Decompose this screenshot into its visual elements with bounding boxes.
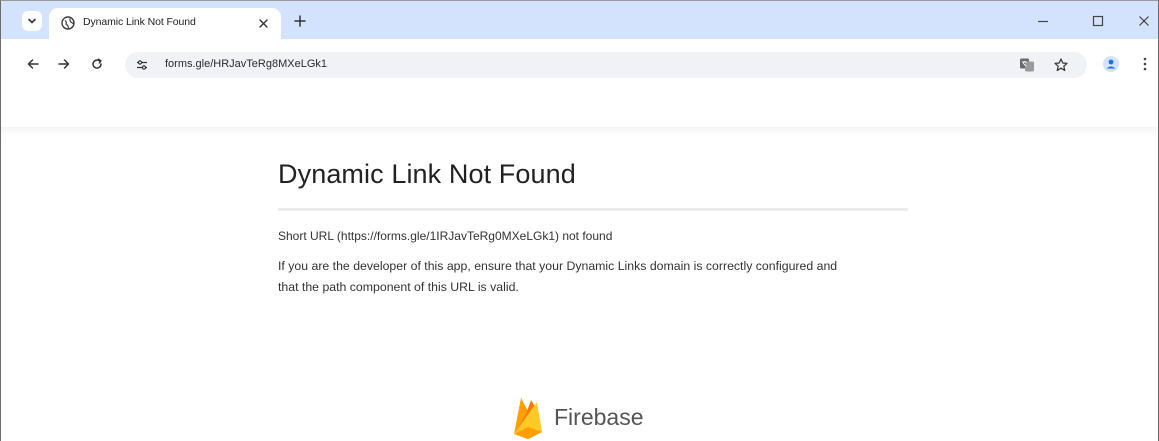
tab-strip: Dynamic Link Not Found [1, 1, 1158, 39]
tab-close-button[interactable] [255, 15, 271, 31]
minimize-icon [1038, 20, 1048, 23]
tab-active[interactable]: Dynamic Link Not Found [49, 8, 281, 39]
site-info-button[interactable] [135, 58, 149, 72]
page-title: Dynamic Link Not Found [278, 159, 576, 189]
tune-icon [137, 60, 147, 70]
maximize-button[interactable] [1089, 13, 1107, 29]
bookmark-button[interactable] [1053, 57, 1069, 73]
reload-icon [92, 58, 102, 69]
address-bar[interactable]: forms.gle/HRJavTeRg8MXeLGk1 [125, 52, 1087, 78]
page-top-shadow [1, 127, 1158, 137]
firebase-logo-icon [514, 398, 542, 439]
firebase-brand: Firebase [511, 394, 643, 440]
chevron-down-icon [28, 18, 36, 24]
back-button[interactable] [24, 55, 42, 73]
reload-button[interactable] [88, 55, 106, 73]
error-content: Dynamic Link Not Found Short URL (https:… [278, 156, 908, 298]
more-vertical-icon [1143, 57, 1147, 71]
developer-explanation: If you are the developer of this app, en… [278, 259, 838, 294]
person-icon [1103, 56, 1119, 72]
close-icon [258, 18, 268, 28]
firebase-wordmark: Firebase [554, 404, 644, 430]
minimize-button[interactable] [1034, 13, 1052, 29]
title-divider [278, 208, 908, 211]
tab-search-button[interactable] [22, 11, 42, 31]
arrow-left-icon [27, 59, 39, 69]
short-url-message: Short URL (https://forms.gle/1IRJavTeRg0… [278, 229, 613, 243]
tab-title: Dynamic Link Not Found [83, 16, 196, 28]
browser-toolbar: forms.gle/HRJavTeRg8MXeLGk1 [1, 39, 1158, 105]
browser-window: Dynamic Link Not Found forms.gle/HRJavTe… [0, 0, 1159, 441]
forward-button[interactable] [55, 55, 73, 73]
star-icon [1054, 58, 1068, 72]
menu-button[interactable] [1136, 55, 1154, 73]
close-icon [1139, 16, 1149, 26]
new-tab-button[interactable] [292, 13, 308, 29]
close-window-button[interactable] [1135, 13, 1153, 29]
url-text: forms.gle/HRJavTeRg8MXeLGk1 [165, 58, 328, 70]
globe-icon [61, 16, 75, 30]
translate-icon [1020, 58, 1034, 72]
plus-icon [294, 15, 306, 27]
translate-button[interactable] [1019, 57, 1035, 73]
arrow-right-icon [58, 59, 70, 69]
maximize-icon [1092, 15, 1104, 27]
profile-button[interactable] [1102, 55, 1120, 73]
